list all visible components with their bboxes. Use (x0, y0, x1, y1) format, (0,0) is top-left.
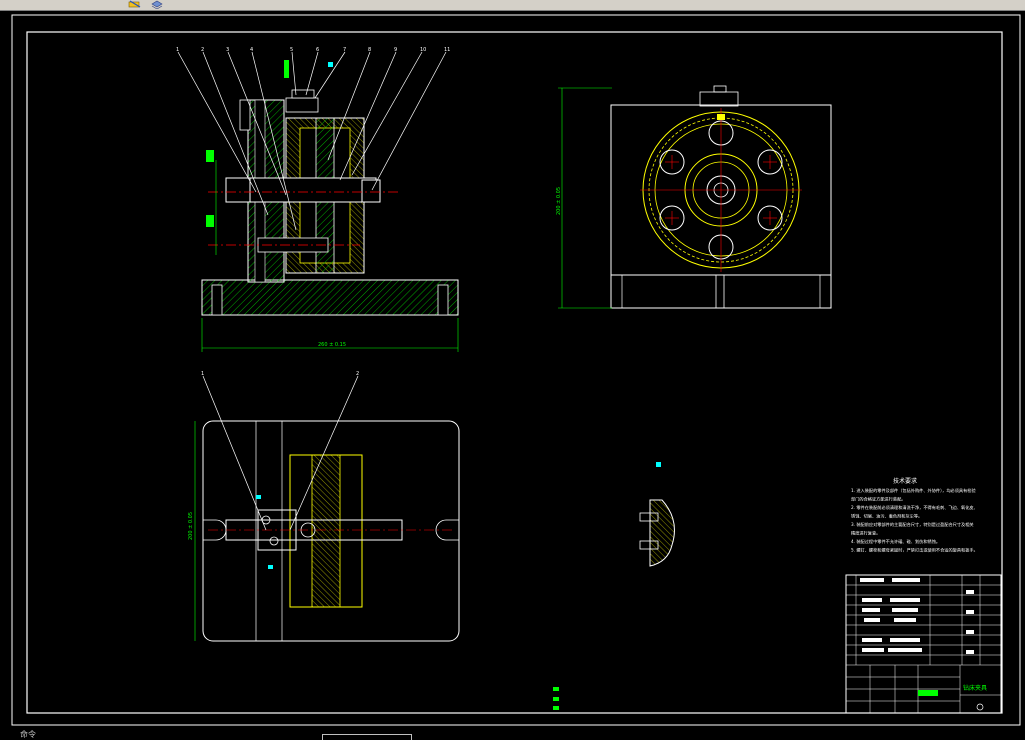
plan-view[interactable]: 200 ± 0.05 (188, 375, 460, 642)
balloon-label: 7 (343, 47, 346, 53)
tech-req-line: 1. 进入装配的零件及部件（包括外购件、外协件），均必须具有检验 (851, 487, 976, 494)
balloon-label: 5 (290, 47, 293, 53)
tech-req-line: 2. 零件在装配前必须清理和清洗干净，不得有毛刺、飞边、氧化皮、 (851, 504, 978, 511)
status-bar: 命令 (0, 729, 1025, 740)
title-block-name: 钻床夹具 (963, 684, 987, 692)
tech-req-line: 精度进行复查。 (851, 530, 880, 537)
balloon-label: 11 (444, 47, 450, 53)
side-view[interactable]: 200 ± 0.05 (556, 85, 832, 309)
tech-req-line: 锈蚀、切屑、油污、着色剂和灰尘等。 (851, 513, 922, 520)
balloon-label: 2 (356, 371, 359, 377)
balloon-label: 3 (226, 47, 229, 53)
dim-overall-width: 260 ± 0.15 (318, 342, 346, 348)
balloon-label: 4 (250, 47, 253, 53)
balloon-label: 9 (394, 47, 397, 53)
balloon-label: 10 (420, 47, 426, 53)
layers-icon[interactable] (150, 0, 164, 9)
tech-req-line: 部门的合格证方能进行装配。 (851, 496, 905, 503)
balloon-label: 2 (201, 47, 204, 53)
balloon-label: 1 (176, 47, 179, 53)
dim-plan-height: 200 ± 0.05 (188, 512, 194, 540)
tech-req-title: 技术要求 (893, 477, 917, 485)
tech-req-line: 4. 装配过程中零件不允许磕、碰、划伤和锈蚀。 (851, 538, 940, 545)
front-section-view[interactable]: 260 ± 0.15 (177, 51, 459, 352)
tech-requirements: 技术要求 1. 进入装配的零件及部件（包括外购件、外协件），均必须具有检验部门的… (851, 477, 978, 554)
pencil-icon[interactable] (128, 0, 142, 9)
tech-req-line: 3. 装配前应对零部件的主要配合尺寸，特别是过盈配合尺寸及相关 (851, 521, 974, 528)
detail-view[interactable] (639, 462, 675, 567)
balloon-label: 6 (316, 47, 319, 53)
drawing-canvas[interactable]: 260 ± 0.15 200 ± 0.05 200 ± 0.05 钻床夹具 技术… (0, 11, 1025, 729)
balloon-labels-front: 1 2 3 4 5 6 7 8 9 10 11 (176, 47, 450, 53)
command-input[interactable] (322, 734, 412, 740)
command-prompt[interactable]: 命令 (20, 729, 36, 740)
dim-side-height: 200 ± 0.05 (556, 187, 562, 215)
title-block[interactable]: 钻床夹具 (845, 574, 1002, 714)
balloon-label: 8 (368, 47, 371, 53)
balloon-label: 1 (201, 371, 204, 377)
balloon-labels-plan: 12 (201, 371, 359, 377)
tech-req-line: 5. 螺钉、螺栓和螺母紧固时，严禁打击或使用不合适的旋具和扳手。 (851, 547, 978, 554)
toolbar (0, 0, 1025, 11)
